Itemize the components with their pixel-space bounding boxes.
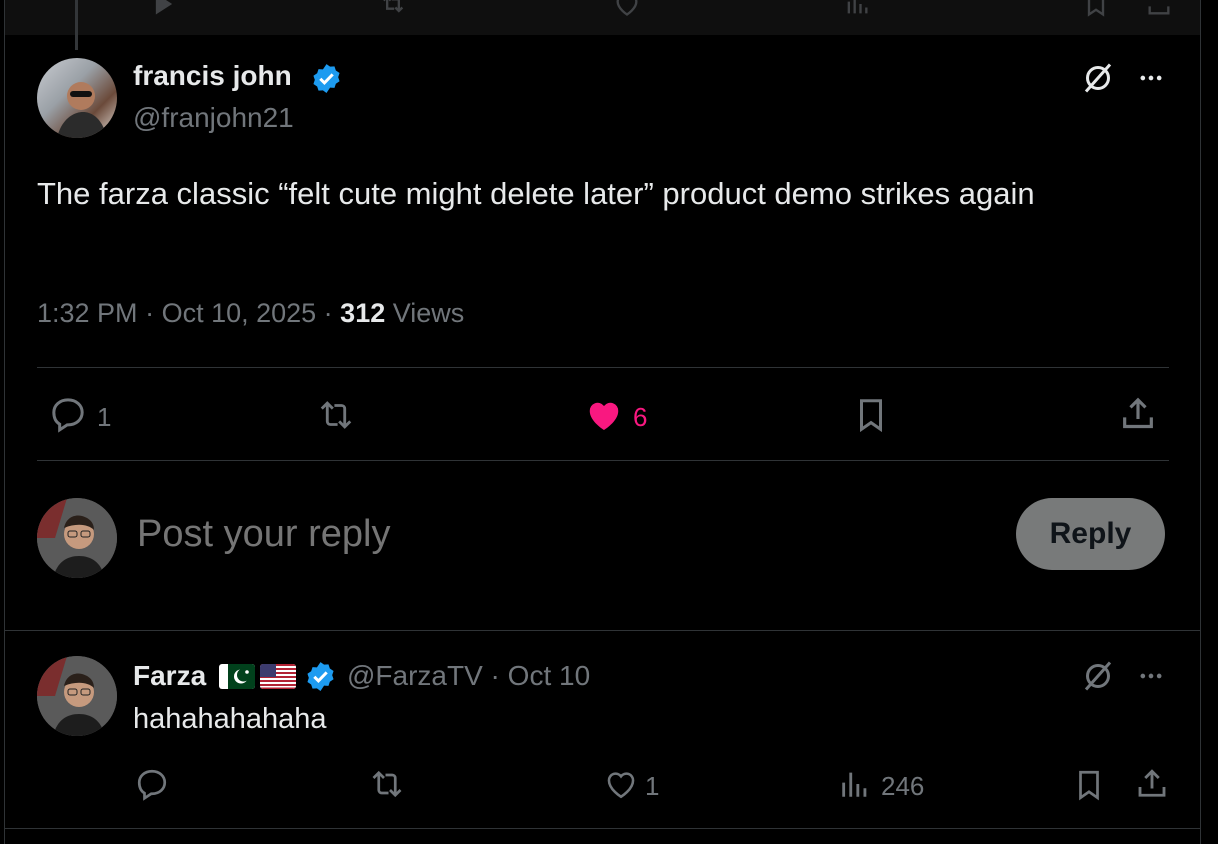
heart-icon <box>589 402 619 431</box>
author-handle[interactable]: @franjohn21 <box>133 102 294 134</box>
post-date[interactable]: Oct 10, 2025 <box>162 298 317 328</box>
more-icon[interactable] <box>1135 662 1167 690</box>
repost-icon <box>372 770 402 798</box>
current-user-avatar[interactable] <box>37 498 117 578</box>
reply-count: 1 <box>97 402 112 432</box>
meta-separator: · <box>137 298 162 328</box>
us-flag-icon <box>260 664 296 689</box>
avatar-image <box>37 656 117 736</box>
thread-connector-line <box>75 0 78 50</box>
like-count: 1 <box>645 771 660 801</box>
repost-button[interactable] <box>366 766 408 802</box>
views-label: Views <box>392 298 465 328</box>
more-icon[interactable] <box>1135 64 1167 92</box>
reply-meta: @FarzaTV · Oct 10 <box>347 660 590 692</box>
reply-button[interactable] <box>134 766 170 802</box>
grok-icon[interactable] <box>1080 658 1116 694</box>
verified-icon <box>307 662 334 691</box>
bookmark-icon <box>1087 0 1105 17</box>
like-button[interactable] <box>604 767 638 801</box>
author-avatar[interactable] <box>37 58 117 138</box>
reply-button[interactable] <box>48 394 88 434</box>
post-text: The farza classic “felt cute might delet… <box>37 176 1035 211</box>
author-name[interactable]: francis john <box>133 60 292 92</box>
divider <box>5 630 1200 631</box>
views-count: 312 <box>340 298 386 328</box>
reply-author-handle[interactable]: @FarzaTV <box>347 660 483 691</box>
reply-submit-button[interactable]: Reply <box>1016 498 1165 570</box>
play-icon <box>155 0 173 15</box>
reply-text: hahahahahaha <box>133 703 327 735</box>
pakistan-flag-icon <box>219 664 255 689</box>
verified-icon <box>313 64 340 93</box>
repost-icon <box>320 401 352 429</box>
views-count: 246 <box>881 771 925 801</box>
heart-icon <box>607 772 635 799</box>
views-icon <box>842 772 867 797</box>
like-count: 6 <box>633 402 648 432</box>
share-icon <box>1148 6 1170 15</box>
views-icon <box>847 0 868 14</box>
heart-icon <box>616 0 638 16</box>
views-button[interactable] <box>838 766 872 802</box>
reply-author-name[interactable]: Farza <box>133 660 206 692</box>
reply-icon <box>52 398 84 433</box>
reply-icon <box>137 769 167 801</box>
repost-button[interactable] <box>312 396 360 434</box>
meta-separator: · <box>482 660 508 691</box>
avatar-image <box>57 82 107 138</box>
grok-icon[interactable] <box>1080 60 1116 96</box>
post-meta: 1:32 PM · Oct 10, 2025 · 312 Views <box>37 298 464 329</box>
post-time[interactable]: 1:32 PM <box>37 298 138 328</box>
bookmark-button[interactable] <box>852 394 890 436</box>
reply-date[interactable]: Oct 10 <box>508 660 590 691</box>
reply-author-avatar[interactable] <box>37 656 117 736</box>
divider <box>37 367 1169 368</box>
share-icon <box>1138 769 1166 797</box>
repost-icon <box>383 0 404 13</box>
bookmark-icon <box>1079 770 1099 801</box>
bookmark-icon <box>859 399 883 433</box>
share-icon <box>1123 397 1153 429</box>
share-button[interactable] <box>1134 766 1170 802</box>
avatar-image <box>37 498 117 578</box>
reply-input[interactable] <box>137 508 737 560</box>
previous-post-actions <box>5 0 1200 35</box>
divider <box>5 828 1200 829</box>
bookmark-button[interactable] <box>1072 766 1106 804</box>
like-button[interactable] <box>584 396 624 434</box>
meta-separator: · <box>316 298 341 328</box>
divider <box>37 460 1169 461</box>
share-button[interactable] <box>1118 394 1158 434</box>
